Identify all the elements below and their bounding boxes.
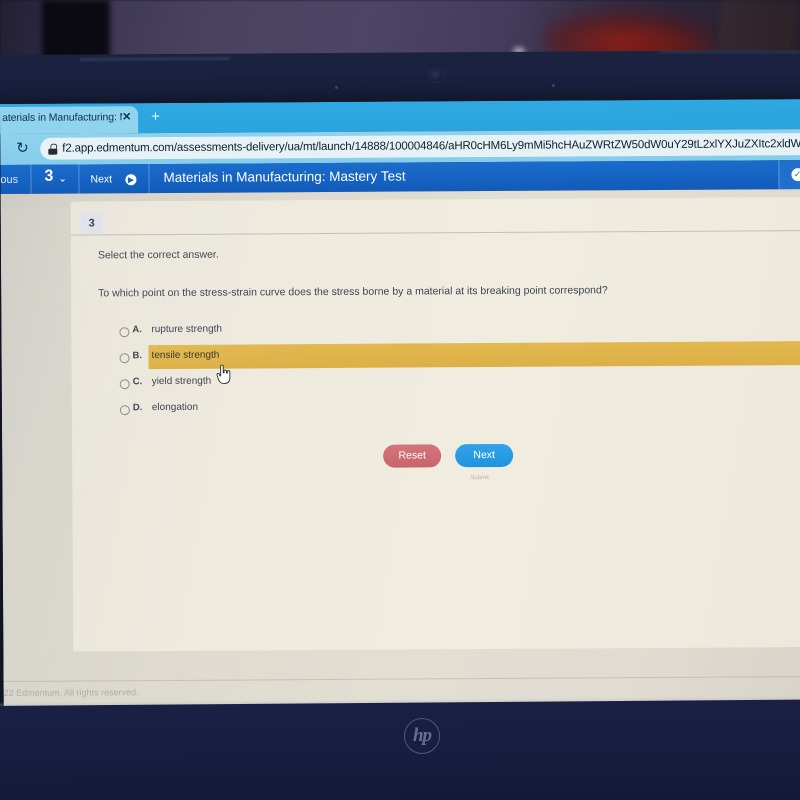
next-button[interactable]: Next xyxy=(455,443,514,468)
webcam-icon xyxy=(430,69,443,82)
question-card: 3 Select the correct answer. To which po… xyxy=(70,196,800,652)
option-text-d: elongation xyxy=(151,401,199,414)
microphone-dot-right xyxy=(552,84,555,87)
answer-option-d[interactable]: D. elongation xyxy=(72,393,800,424)
close-icon[interactable]: ✕ xyxy=(122,110,131,123)
option-letter-b: B. xyxy=(132,350,143,362)
card-divider xyxy=(70,229,800,236)
reload-icon[interactable]: ↻ xyxy=(16,140,31,157)
option-letter-c: C. xyxy=(132,376,143,388)
option-text-c: yield strength xyxy=(151,375,212,388)
address-bar-url: f2.app.edmentum.com/assessments-delivery… xyxy=(62,137,800,155)
bezel-seam-right xyxy=(660,51,800,53)
reset-button[interactable]: Reset xyxy=(383,444,442,468)
previous-button[interactable]: vious xyxy=(0,174,18,186)
option-letter-d: D. xyxy=(132,402,143,414)
check-circle-icon: ✓ xyxy=(791,168,800,182)
radio-button-c[interactable] xyxy=(119,379,130,390)
next-nav-button[interactable]: Next xyxy=(90,173,112,185)
mouse-cursor-pointer xyxy=(216,364,232,385)
question-number-badge: 3 xyxy=(80,213,103,234)
photo-of-laptop-screen: aterials in Manufacturing: Ma: ✕ + ‹ ↻ f… xyxy=(0,0,800,800)
browser-toolbar: ‹ ↻ f2.app.edmentum.com/assessments-deli… xyxy=(0,129,800,165)
footer-copyright: 2022 Edmentum. All rights reserved. xyxy=(0,687,139,699)
action-button-row: Reset Next xyxy=(72,442,800,468)
laptop-bottom-bezel xyxy=(0,699,800,800)
nav-separator-3 xyxy=(148,164,150,194)
hp-logo: hp xyxy=(404,718,440,754)
arrow-right-icon[interactable]: ▶ xyxy=(125,174,137,186)
instruction-text: Select the correct answer. xyxy=(97,248,219,262)
microphone-dot-left xyxy=(335,86,338,89)
assessment-page-body: 3 Select the correct answer. To which po… xyxy=(0,189,800,712)
text-selection-highlight xyxy=(148,340,800,370)
answer-options-list: A. rupture strength B. tensile strength … xyxy=(71,315,800,424)
browser-tab-strip: aterials in Manufacturing: Ma: ✕ + xyxy=(0,99,800,135)
nav-separator-2 xyxy=(78,164,80,194)
radio-button-d[interactable] xyxy=(119,405,130,416)
next-button-subtext: Submit xyxy=(470,475,489,482)
assessment-title: Materials in Manufacturing: Mastery Test xyxy=(163,168,406,186)
laptop-screen: aterials in Manufacturing: Ma: ✕ + ‹ ↻ f… xyxy=(0,99,800,712)
submit-button[interactable]: ✓ Sub xyxy=(777,159,800,190)
option-text-a: rupture strength xyxy=(151,323,223,336)
radio-button-b[interactable] xyxy=(119,353,130,364)
browser-tab-title[interactable]: aterials in Manufacturing: Ma: xyxy=(2,111,122,124)
option-letter-a: A. xyxy=(132,324,142,336)
address-bar[interactable]: f2.app.edmentum.com/assessments-delivery… xyxy=(40,132,800,160)
plus-icon[interactable]: + xyxy=(151,108,160,125)
nav-separator-1 xyxy=(30,164,32,194)
chevron-down-icon[interactable]: ⌄ xyxy=(58,174,66,185)
footer-divider xyxy=(3,676,800,682)
radio-button-a[interactable] xyxy=(119,327,130,338)
question-prompt: To which point on the stress-strain curv… xyxy=(98,284,608,300)
lock-icon xyxy=(48,143,58,155)
option-text-b: tensile strength xyxy=(151,349,220,362)
current-question-number: 3 xyxy=(44,167,54,185)
